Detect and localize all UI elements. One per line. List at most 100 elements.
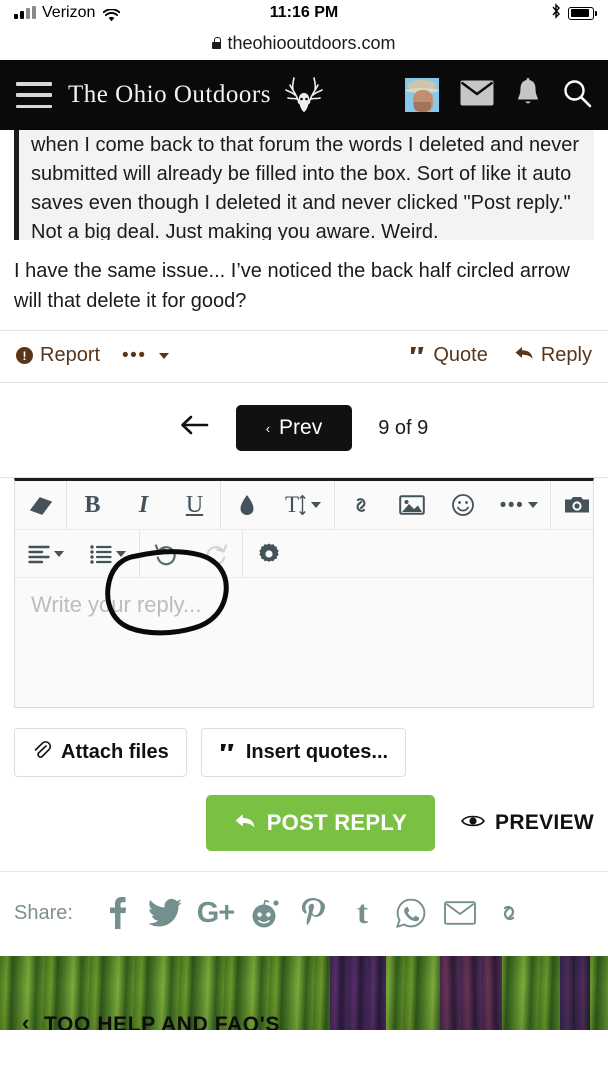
underline-icon[interactable]: U <box>169 481 220 529</box>
reddit-icon[interactable] <box>240 898 289 928</box>
page-content: when I come back to that forum the words… <box>0 121 608 956</box>
page-counter: 9 of 9 <box>378 416 429 439</box>
reply-label: Reply <box>540 344 592 366</box>
link-icon[interactable] <box>485 899 534 927</box>
chevron-down-icon <box>54 550 64 557</box>
share-bar: Share: G+ t <box>0 871 608 956</box>
chevron-down-icon <box>116 550 126 557</box>
reply-button[interactable]: Reply <box>514 344 592 367</box>
footer-hero-image: ‹ TOO HELP AND FAQ'S <box>0 956 608 1030</box>
attach-files-button[interactable]: Attach files <box>14 728 187 777</box>
bluetooth-icon <box>551 3 561 23</box>
gear-icon[interactable] <box>243 530 294 577</box>
email-icon[interactable] <box>436 901 485 925</box>
google-plus-icon[interactable]: G+ <box>191 897 240 930</box>
more-dots-icon[interactable]: ••• <box>488 481 550 529</box>
insert-quotes-button[interactable]: Insert quotes... <box>200 728 407 777</box>
italic-icon[interactable]: I <box>118 481 169 529</box>
site-brand[interactable]: The Ohio Outdoors <box>68 73 327 118</box>
attachment-row: Attach files Insert quotes... <box>0 708 608 777</box>
paperclip-icon <box>32 741 52 764</box>
search-icon[interactable] <box>562 78 592 113</box>
toolbar-group-align <box>15 530 140 577</box>
pinterest-icon[interactable] <box>289 897 338 929</box>
browser-url-bar[interactable]: theohiooutdoors.com <box>0 26 608 60</box>
chevron-down-icon <box>311 502 322 508</box>
align-left-icon[interactable] <box>15 530 77 577</box>
warning-circle-icon: ! <box>16 347 33 364</box>
carrier-label: Verizon <box>42 4 96 21</box>
toolbar-row-1: B I U T ••• <box>15 481 593 529</box>
chevron-down-icon <box>158 352 169 359</box>
phone-screen: Verizon 11:16 PM theohiooutdoors.com The… <box>0 0 608 1080</box>
back-arrow-icon[interactable] <box>180 413 210 443</box>
eraser-icon[interactable] <box>15 481 66 529</box>
link-icon[interactable] <box>335 481 386 529</box>
report-button[interactable]: ! Report <box>16 344 100 367</box>
url-text: theohiooutdoors.com <box>227 32 396 53</box>
more-dots-icon: ••• <box>122 344 147 366</box>
battery-icon <box>568 6 597 20</box>
site-title: The Ohio Outdoors <box>68 81 271 108</box>
quoted-post-clipped: when I come back to that forum the words… <box>0 121 608 240</box>
text-color-drop-icon[interactable] <box>221 481 272 529</box>
attach-files-label: Attach files <box>61 741 169 763</box>
submit-row: POST REPLY PREVIEW <box>0 777 608 871</box>
deer-antlers-icon <box>281 73 327 118</box>
cell-signal-icon <box>14 6 36 19</box>
toolbar-row-2 <box>15 529 593 577</box>
undo-icon[interactable] <box>140 530 191 577</box>
site-header: The Ohio Outdoors <box>0 60 608 130</box>
redo-icon[interactable] <box>191 530 242 577</box>
quote-marks-icon <box>409 344 426 367</box>
toolbar-group-history <box>140 530 243 577</box>
share-label: Share: <box>14 901 73 924</box>
report-label: Report <box>40 344 101 366</box>
font-size-icon[interactable]: T <box>272 481 334 529</box>
bold-icon[interactable]: B <box>67 481 118 529</box>
wifi-icon <box>103 7 121 21</box>
reply-arrow-icon <box>514 344 534 367</box>
quote-button[interactable]: Quote <box>409 344 488 367</box>
facebook-icon[interactable] <box>93 896 142 930</box>
status-left: Verizon <box>14 4 121 22</box>
post-action-right: Quote Reply <box>409 344 592 367</box>
hamburger-menu-icon[interactable] <box>16 82 52 108</box>
toolbar-group-settings <box>243 530 294 577</box>
reply-editor: B I U T ••• Write your reply... <box>14 478 594 708</box>
smiley-icon[interactable] <box>437 481 488 529</box>
insert-quotes-label: Insert quotes... <box>245 741 389 763</box>
post-message: I have the same issue... I’ve noticed th… <box>0 240 608 330</box>
prev-page-button[interactable]: ‹ Prev <box>235 405 353 451</box>
prev-caret-icon: ‹ <box>265 420 271 436</box>
image-icon[interactable] <box>386 481 437 529</box>
quoted-post: when I come back to that forum the words… <box>14 121 594 240</box>
quoted-post-text: when I come back to that forum the words… <box>31 134 580 240</box>
toolbar-group-format: B I U <box>67 481 221 529</box>
prev-label: Prev <box>279 416 323 439</box>
bell-icon[interactable] <box>515 77 541 113</box>
toolbar-group-typography: T <box>221 481 335 529</box>
reply-arrow-icon <box>234 810 256 836</box>
more-actions-button[interactable]: ••• <box>122 344 169 367</box>
toolbar-group-remove <box>15 481 67 529</box>
footer-title: TOO HELP AND FAQ'S <box>44 1013 280 1030</box>
tumblr-icon[interactable]: t <box>338 896 387 930</box>
envelope-icon[interactable] <box>460 80 494 111</box>
twitter-icon[interactable] <box>142 898 191 928</box>
preview-label: PREVIEW <box>495 811 594 834</box>
status-right <box>551 3 597 23</box>
footer-chevron-icon: ‹ <box>22 1010 30 1030</box>
whatsapp-icon[interactable] <box>387 898 436 928</box>
reply-textarea[interactable]: Write your reply... <box>15 577 593 707</box>
user-avatar[interactable] <box>405 78 439 112</box>
header-icon-group <box>405 77 592 113</box>
post-reply-label: POST REPLY <box>266 810 408 835</box>
chevron-down-icon <box>528 502 539 508</box>
bullet-list-icon[interactable] <box>77 530 139 577</box>
camera-icon[interactable] <box>551 481 602 529</box>
post-reply-button[interactable]: POST REPLY <box>205 795 436 851</box>
post-action-bar: ! Report ••• Quote Reply <box>0 331 608 382</box>
preview-button[interactable]: PREVIEW <box>461 811 594 835</box>
pagination-bar: ‹ Prev 9 of 9 <box>0 383 608 477</box>
